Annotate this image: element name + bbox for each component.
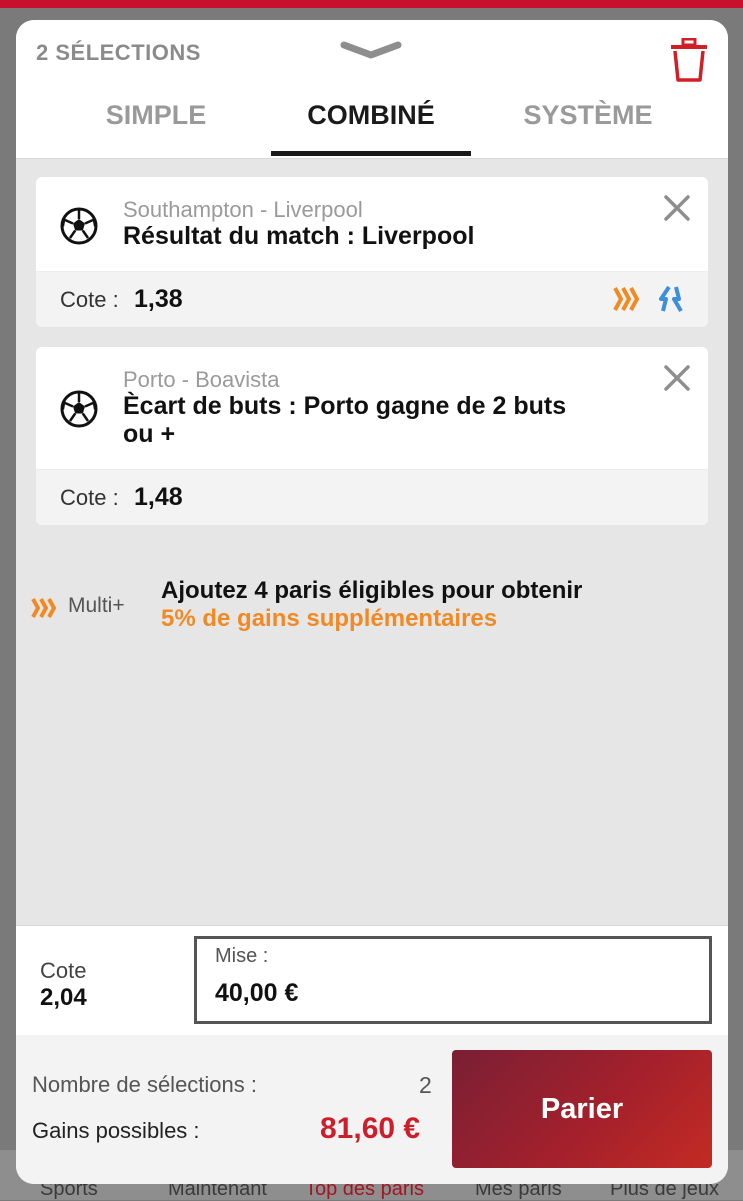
stake-label: Mise : bbox=[215, 945, 269, 967]
selection-count: 2 SÉLECTIONS bbox=[36, 40, 201, 65]
tab-systeme[interactable]: SYSTÈME bbox=[508, 100, 668, 131]
promo-highlight: 5% de gains supplémentaires bbox=[161, 605, 498, 632]
active-tab-indicator bbox=[271, 151, 471, 156]
bet-slip-sheet: 2 SÉLECTIONS SIMPLE COMBINÉ SYSTÈME Sout… bbox=[16, 20, 728, 1184]
potential-gains-label: Gains possibles : bbox=[32, 1118, 200, 1143]
selections-count-label: Nombre de sélections : bbox=[32, 1072, 257, 1097]
close-icon[interactable] bbox=[662, 193, 692, 223]
chevron-down-icon[interactable] bbox=[338, 40, 404, 60]
place-bet-button[interactable]: Parier bbox=[452, 1050, 712, 1168]
total-odds-value: 2,04 bbox=[40, 984, 87, 1011]
boost-arrows-icon bbox=[659, 285, 683, 313]
stake-area: Cote 2,04 Mise : 40,00 € bbox=[16, 925, 728, 1036]
match-name: Porto - Boavista bbox=[123, 367, 280, 392]
total-odds-label: Cote bbox=[40, 958, 87, 983]
multi-plus-icon bbox=[31, 598, 56, 618]
bet-odds-row: Cote : 1,38 bbox=[36, 271, 708, 327]
odds-value: 1,48 bbox=[134, 483, 183, 511]
stake-input[interactable]: Mise : 40,00 € bbox=[194, 936, 712, 1024]
bet-summary: Nombre de sélections : 2 Gains possibles… bbox=[16, 1035, 728, 1184]
tab-simple[interactable]: SIMPLE bbox=[86, 100, 226, 131]
soccer-ball-icon bbox=[60, 390, 98, 428]
bet-card: Porto - Boavista Ècart de buts : Porto g… bbox=[36, 347, 708, 525]
selections-count-value: 2 bbox=[419, 1072, 432, 1098]
promo-text: Ajoutez 4 paris éligibles pour obtenir bbox=[161, 577, 583, 604]
odds-label: Cote : bbox=[60, 485, 119, 510]
stake-value[interactable]: 40,00 € bbox=[215, 979, 298, 1008]
trash-icon[interactable] bbox=[669, 38, 709, 82]
multi-plus-icon bbox=[613, 287, 639, 311]
match-name: Southampton - Liverpool bbox=[123, 197, 363, 222]
multi-plus-label: Multi+ bbox=[68, 594, 125, 617]
odds-label: Cote : bbox=[60, 287, 119, 312]
bet-odds-row: Cote : 1,48 bbox=[36, 469, 708, 525]
odds-value: 1,38 bbox=[134, 285, 183, 313]
top-brand-bar bbox=[0, 0, 743, 8]
bet-slip-header: 2 SÉLECTIONS SIMPLE COMBINÉ SYSTÈME bbox=[16, 20, 728, 159]
soccer-ball-icon bbox=[60, 207, 98, 245]
potential-gains-value: 81,60 € bbox=[320, 1112, 421, 1145]
tab-combine[interactable]: COMBINÉ bbox=[271, 100, 471, 131]
bet-market: Résultat du match : Liverpool bbox=[123, 222, 475, 250]
close-icon[interactable] bbox=[662, 363, 692, 393]
bet-market: Ècart de buts : Porto gagne de 2 buts ou… bbox=[123, 392, 567, 448]
bet-card: Southampton - Liverpool Résultat du matc… bbox=[36, 177, 708, 327]
